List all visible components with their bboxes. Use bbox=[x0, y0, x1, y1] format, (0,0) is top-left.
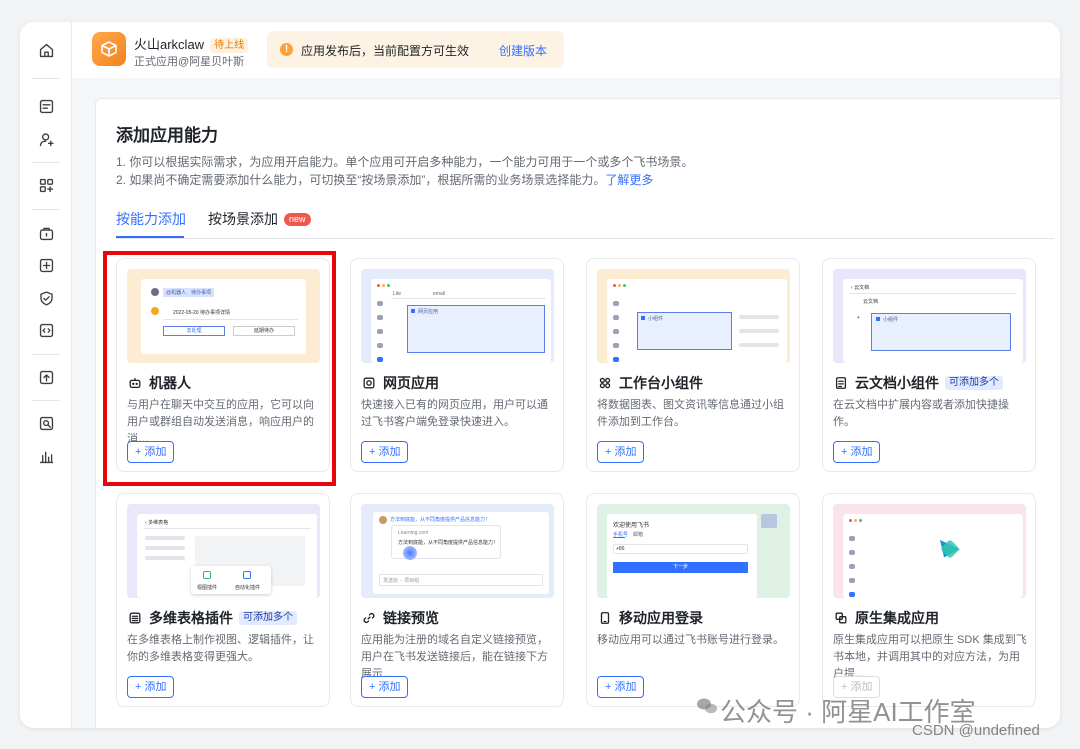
capability-card[interactable]: ‹ 多维表格 视图插件 自动化插件多维表格插件 可添加多个在多维表格上制作视图、逻辑插… bbox=[116, 493, 330, 707]
wechat-logo-icon bbox=[697, 698, 717, 714]
add-button[interactable]: + 添加 bbox=[597, 676, 645, 698]
card-title: 网页应用 bbox=[383, 375, 439, 391]
search-doc-icon[interactable] bbox=[36, 413, 56, 433]
tab-by-scenario[interactable]: 按场景添加 new bbox=[208, 209, 311, 229]
add-button[interactable]: + 添加 bbox=[833, 441, 881, 463]
add-button[interactable]: + 添加 bbox=[597, 441, 645, 463]
chart-icon[interactable] bbox=[36, 446, 56, 466]
add-square-icon[interactable] bbox=[36, 255, 56, 275]
card-description: 将数据图表、图文资讯等信息通过小组件添加到工作台。 bbox=[597, 399, 784, 428]
upload-icon[interactable] bbox=[36, 367, 56, 387]
mobile-icon bbox=[597, 611, 612, 626]
document-icon[interactable] bbox=[36, 96, 56, 116]
multi-badge: 可添加多个 bbox=[239, 611, 297, 625]
card-preview: ‹ 多维表格 视图插件 自动化插件 bbox=[127, 504, 320, 598]
cloud-doc-icon bbox=[833, 376, 848, 391]
widget-icon bbox=[597, 376, 612, 391]
table-icon bbox=[127, 611, 142, 626]
status-badge: 待上线 bbox=[210, 38, 249, 53]
add-button[interactable]: + 添加 bbox=[127, 441, 175, 463]
card-title: 移动应用登录 bbox=[619, 610, 703, 626]
card-description: 在多维表格上制作视图、逻辑插件，让你的多维表格变得更强大。 bbox=[127, 634, 314, 663]
page-title: 添加应用能力 bbox=[116, 126, 218, 145]
robot-icon bbox=[127, 376, 142, 391]
shield-check-icon[interactable] bbox=[36, 288, 56, 308]
add-button[interactable]: + 添加 bbox=[127, 676, 175, 698]
add-user-icon[interactable] bbox=[36, 129, 56, 149]
link-icon bbox=[361, 611, 376, 626]
learn-more-link[interactable]: 了解更多 bbox=[605, 173, 653, 187]
footer-watermark: CSDN @undefined bbox=[912, 722, 1040, 739]
card-description: 移动应用可以通过飞书账号进行登录。 bbox=[597, 634, 784, 646]
card-title: 工作台小组件 bbox=[619, 375, 703, 391]
card-preview: @机器人 待办事项 2022-05-20 待办事项详情 去处理 延期待办 bbox=[127, 269, 320, 363]
capability-card[interactable]: 原生集成应用 原生集成应用可以把原生 SDK 集成到飞书本地，并调用其中的对应方法… bbox=[822, 493, 1036, 707]
app-subtitle: 正式应用@阿星贝叶斯 bbox=[134, 56, 245, 68]
card-title: 多维表格插件 bbox=[149, 610, 233, 626]
capability-card[interactable]: 方法到底能，从不同角度提供产品信息能力！ Learning.com 方法到底能，从不… bbox=[350, 493, 564, 707]
capability-card[interactable]: @机器人 待办事项 2022-05-20 待办事项详情 去处理 延期待办 机器人 与用户在聊… bbox=[116, 258, 330, 472]
card-preview: ‹ 云文档 云文档 + 小组件 bbox=[833, 269, 1026, 363]
new-badge: new bbox=[284, 213, 311, 226]
multi-badge: 可添加多个 bbox=[945, 376, 1003, 390]
card-title: 机器人 bbox=[149, 375, 191, 391]
web-icon bbox=[361, 376, 376, 391]
page-desc-2: 2. 如果尚不确定需要添加什么能力，可切换至“按场景添加”，根据所需的业务场景选… bbox=[116, 173, 654, 187]
app-logo-icon bbox=[92, 32, 126, 66]
native-app-icon bbox=[833, 611, 848, 626]
add-button[interactable]: + 添加 bbox=[361, 676, 409, 698]
card-title: 链接预览 bbox=[383, 610, 439, 626]
card-description: 在云文档中扩展内容或者添加快捷操作。 bbox=[833, 399, 1009, 428]
capability-card[interactable]: ‹ 云文档 云文档 + 小组件云文档小组件 可添加多个在云文档中扩展内容或者添加快捷操作… bbox=[822, 258, 1036, 472]
capability-card[interactable]: 欢迎使用飞书 手机号 邮箱 +86 下一步移动应用登录移动应用可以通过飞书账号进行登录。… bbox=[586, 493, 800, 707]
card-preview bbox=[833, 504, 1026, 598]
capability-card[interactable]: 小组件工作台小组件将数据图表、图文资讯等信息通过小组件添加到工作台。 + 添加 bbox=[586, 258, 800, 472]
card-preview: 欢迎使用飞书 手机号 邮箱 +86 下一步 bbox=[597, 504, 790, 598]
sidebar bbox=[20, 22, 72, 728]
card-preview: 方法到底能，从不同角度提供产品信息能力！ Learning.com 方法到底能，从不… bbox=[361, 504, 554, 598]
tab-bar: 按能力添加 按场景添加 new bbox=[116, 209, 1054, 239]
card-title: 云文档小组件 bbox=[855, 375, 939, 391]
code-icon[interactable] bbox=[36, 320, 56, 340]
publish-notice: ! 应用发布后，当前配置方可生效 创建版本 bbox=[267, 31, 564, 68]
app-header: 火山arkclaw 待上线 正式应用@阿星贝叶斯 ! 应用发布后，当前配置方可生效… bbox=[72, 22, 1060, 78]
warning-icon: ! bbox=[280, 43, 293, 56]
card-title: 原生集成应用 bbox=[855, 610, 939, 626]
notice-text: 应用发布后，当前配置方可生效 bbox=[301, 44, 470, 58]
active-tab-indicator bbox=[116, 236, 184, 238]
card-preview: Lite email 网页应用 bbox=[361, 269, 554, 363]
card-description: 快速接入已有的网页应用，用户可以通过飞书客户端免登录快速进入。 bbox=[361, 399, 548, 428]
tab-by-capability[interactable]: 按能力添加 bbox=[116, 209, 186, 229]
page-desc-1: 1. 你可以根据实际需求，为应用开启能力。单个应用可开启多种能力，一个能力可用于… bbox=[116, 155, 694, 169]
add-button[interactable]: + 添加 bbox=[361, 441, 409, 463]
card-preview: 小组件 bbox=[597, 269, 790, 363]
app-name: 火山arkclaw bbox=[134, 37, 205, 52]
capability-card[interactable]: Lite email 网页应用网页应用快速接入已有的网页应用，用户可以通过飞书客户端… bbox=[350, 258, 564, 472]
create-version-link[interactable]: 创建版本 bbox=[499, 42, 547, 59]
toolbox-icon[interactable] bbox=[36, 223, 56, 243]
home-icon[interactable] bbox=[36, 40, 56, 60]
apps-grid-icon[interactable] bbox=[36, 175, 56, 195]
